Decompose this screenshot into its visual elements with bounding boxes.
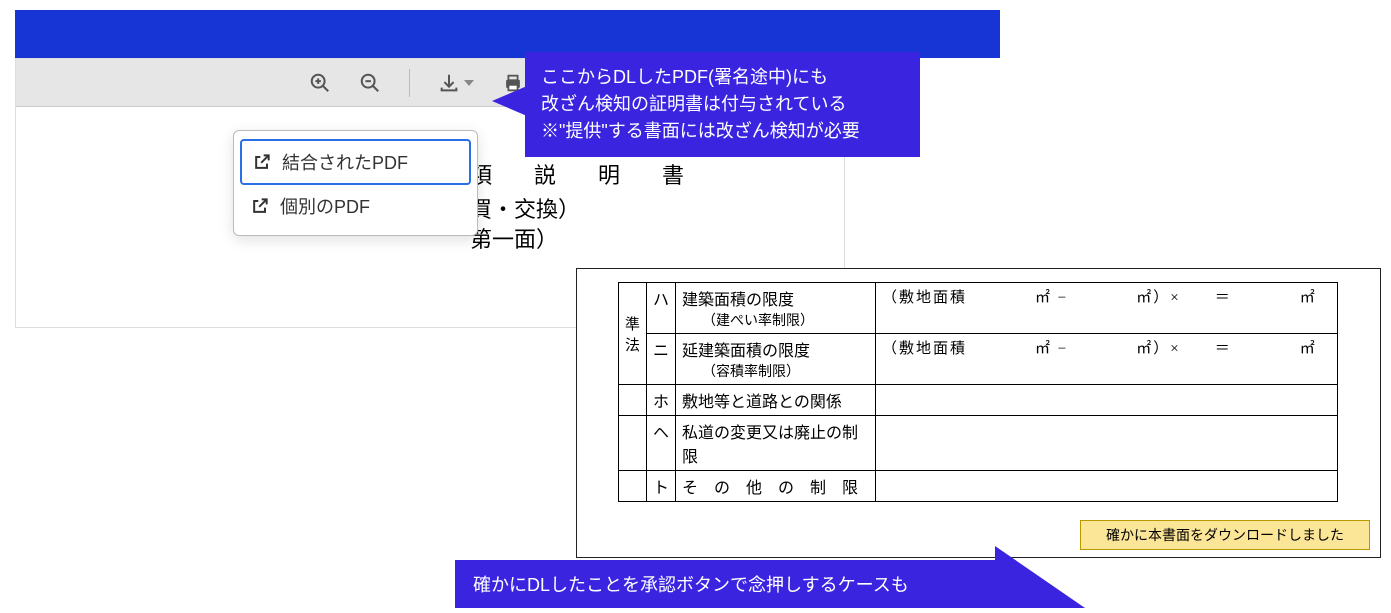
row-label: そ の 他 の 制 限 [676, 471, 876, 502]
table-row: ト そ の 他 の 制 限 [619, 471, 1338, 502]
row-index: ハ [647, 283, 676, 334]
callout-download-info: ここからDLしたPDF(署名途中)にも 改ざん検知の証明書は付与されている ※"… [525, 52, 920, 157]
doc-line2: 買・交換） [470, 192, 580, 224]
restrictions-table: 準法 ハ 建築面積の限度 （建ぺい率制限） （敷地面積 ㎡ − ㎡）× ＝ ㎡ … [618, 282, 1338, 502]
doc-title-fragment: 項 説 明 書 [470, 158, 694, 190]
external-link-icon [252, 152, 272, 172]
ack-button-label: 確かに本書面をダウンロードしました [1106, 525, 1344, 545]
row-label: 私道の変更又は廃止の制限 [676, 416, 876, 471]
row-calc [876, 385, 1338, 416]
row-calc [876, 416, 1338, 471]
row-calc: （敷地面積 ㎡ − ㎡）× ＝ ㎡ [876, 334, 1338, 385]
chevron-down-icon [464, 80, 474, 86]
callout2-pointer [995, 546, 1085, 608]
callout1-line2: 改ざん検知の証明書は付与されている [541, 91, 904, 118]
download-dropdown: 結合されたPDF 個別のPDF [233, 130, 478, 236]
dropdown-item-label: 結合されたPDF [282, 149, 408, 175]
row-index: ト [647, 471, 676, 502]
row-index: ニ [647, 334, 676, 385]
download-icon [438, 72, 460, 94]
callout1-line3: ※"提供"する書面には改ざん検知が必要 [541, 118, 904, 145]
dropdown-item-individual-pdf[interactable]: 個別のPDF [240, 185, 471, 227]
doc-line3: 第一面） [470, 222, 558, 254]
external-link-icon [250, 196, 270, 216]
side-label: 準法 [619, 283, 647, 385]
row-label: 建築面積の限度 （建ぺい率制限） [676, 283, 876, 334]
table-row: ニ 延建築面積の限度 （容積率制限） （敷地面積 ㎡ − ㎡）× ＝ ㎡ [619, 334, 1338, 385]
table-row: 準法 ハ 建築面積の限度 （建ぺい率制限） （敷地面積 ㎡ − ㎡）× ＝ ㎡ [619, 283, 1338, 334]
acknowledge-download-button[interactable]: 確かに本書面をダウンロードしました [1080, 520, 1370, 550]
row-sublabel: （容積率制限） [682, 361, 869, 381]
row-label: 敷地等と道路との関係 [676, 385, 876, 416]
row-label: 延建築面積の限度 （容積率制限） [676, 334, 876, 385]
toolbar-divider [409, 69, 410, 97]
zoom-in-icon[interactable] [309, 72, 331, 94]
zoom-out-icon[interactable] [359, 72, 381, 94]
callout1-pointer [492, 86, 527, 116]
row-calc: （敷地面積 ㎡ − ㎡）× ＝ ㎡ [876, 283, 1338, 334]
header-bar [15, 10, 1000, 58]
download-button[interactable] [438, 72, 474, 94]
dropdown-item-label: 個別のPDF [280, 193, 370, 219]
callout-ack-info: 確かにDLしたことを承認ボタンで念押しするケースも [455, 560, 1000, 608]
table-row: ホ 敷地等と道路との関係 [619, 385, 1338, 416]
row-index: ヘ [647, 416, 676, 471]
row-sublabel: （建ぺい率制限） [682, 310, 869, 330]
table-row: ヘ 私道の変更又は廃止の制限 [619, 416, 1338, 471]
dropdown-item-combined-pdf[interactable]: 結合されたPDF [240, 139, 471, 185]
callout1-line1: ここからDLしたPDF(署名途中)にも [541, 64, 904, 91]
row-index: ホ [647, 385, 676, 416]
row-calc [876, 471, 1338, 502]
callout2-text: 確かにDLしたことを承認ボタンで念押しするケースも [473, 571, 909, 597]
